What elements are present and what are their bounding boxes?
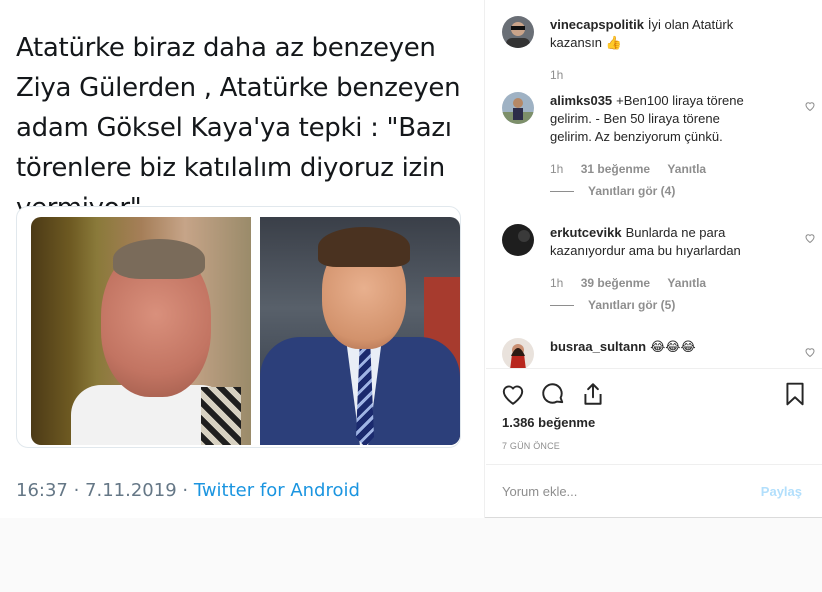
reply-button[interactable]: Yanıtla	[667, 162, 706, 176]
comment-input[interactable]: Yorum ekle...	[502, 484, 577, 499]
heart-icon[interactable]	[500, 381, 526, 407]
photo-vest	[201, 387, 241, 445]
like-comment-icon[interactable]	[804, 232, 816, 247]
tweet-photo-card[interactable]	[16, 206, 461, 448]
avatar[interactable]	[502, 338, 534, 368]
post-media: Atatürke biraz daha az benzeyen Ziya Gül…	[0, 0, 485, 518]
comment-likes[interactable]: 39 beğenme	[581, 276, 650, 290]
comment-icon[interactable]	[540, 381, 566, 407]
comment-time[interactable]: 1h	[550, 162, 563, 176]
comment-text: erkutcevikk Bunlarda ne para kazanıyordur…	[550, 224, 760, 260]
comment-body: 😂😂😂	[650, 339, 696, 354]
view-replies-label: Yanıtları gör (5)	[588, 298, 676, 312]
tweet-source-link[interactable]: Twitter for Android	[194, 480, 360, 501]
like-comment-icon[interactable]	[804, 346, 816, 361]
comment-likes[interactable]: 31 beğenme	[581, 162, 650, 176]
view-replies-label: Yanıtları gör (4)	[588, 184, 676, 198]
divider-line	[550, 191, 574, 193]
share-icon[interactable]	[580, 381, 606, 407]
bookmark-icon[interactable]	[782, 381, 808, 407]
post-sidebar: vinecapspolitik İyi olan Atatürk kazansın…	[486, 0, 822, 518]
tweet-meta: 16:37 · 7.11.2019 · Twitter for Android	[16, 480, 360, 501]
comments-list: vinecapspolitik İyi olan Atatürk kazansın…	[486, 0, 822, 368]
avatar[interactable]	[502, 16, 534, 48]
comment-text: busraa_sultann 😂😂😂	[550, 338, 760, 356]
comment-username[interactable]: vinecapspolitik	[550, 17, 644, 32]
divider-line	[550, 305, 574, 307]
comment-username[interactable]: erkutcevikk	[550, 225, 622, 240]
photo-hair	[113, 239, 205, 279]
avatar[interactable]	[502, 224, 534, 256]
comment-meta: 1h	[550, 68, 577, 82]
instagram-post: Atatürke biraz daha az benzeyen Ziya Gül…	[0, 0, 822, 518]
like-comment-icon[interactable]	[804, 100, 816, 115]
post-comment-button[interactable]: Paylaş	[761, 484, 802, 499]
comment-username[interactable]: busraa_sultann	[550, 339, 646, 354]
avatar[interactable]	[502, 92, 534, 124]
photo-hair	[318, 227, 410, 267]
photo-goksel-kaya[interactable]	[260, 217, 460, 445]
tweet-timestamp: 16:37 · 7.11.2019 ·	[16, 480, 194, 501]
tweet-text: Atatürke biraz daha az benzeyen Ziya Gül…	[16, 33, 461, 223]
post-date: 7 GÜN ÖNCE	[502, 441, 561, 451]
comment-time[interactable]: 1h	[550, 276, 563, 290]
photo-ziya-guler[interactable]	[31, 217, 251, 445]
add-comment-bar: Yorum ekle... Paylaş	[486, 464, 822, 518]
post-actions: 1.386 beğenme 7 GÜN ÖNCE	[486, 368, 822, 464]
comment-meta: 1h 39 beğenme Yanıtla	[550, 276, 720, 290]
comment-time[interactable]: 1h	[550, 68, 563, 82]
comment-text: vinecapspolitik İyi olan Atatürk kazansın…	[550, 16, 760, 52]
view-replies-button[interactable]: Yanıtları gör (5)	[550, 298, 675, 312]
likes-count[interactable]: 1.386 beğenme	[502, 415, 595, 430]
view-replies-button[interactable]: Yanıtları gör (4)	[550, 184, 675, 198]
comment-meta: 1h 31 beğenme Yanıtla	[550, 162, 720, 176]
comment-username[interactable]: alimks035	[550, 93, 612, 108]
comment-text: alimks035 +Ben100 liraya törene gelirim. …	[550, 92, 760, 146]
reply-button[interactable]: Yanıtla	[667, 276, 706, 290]
